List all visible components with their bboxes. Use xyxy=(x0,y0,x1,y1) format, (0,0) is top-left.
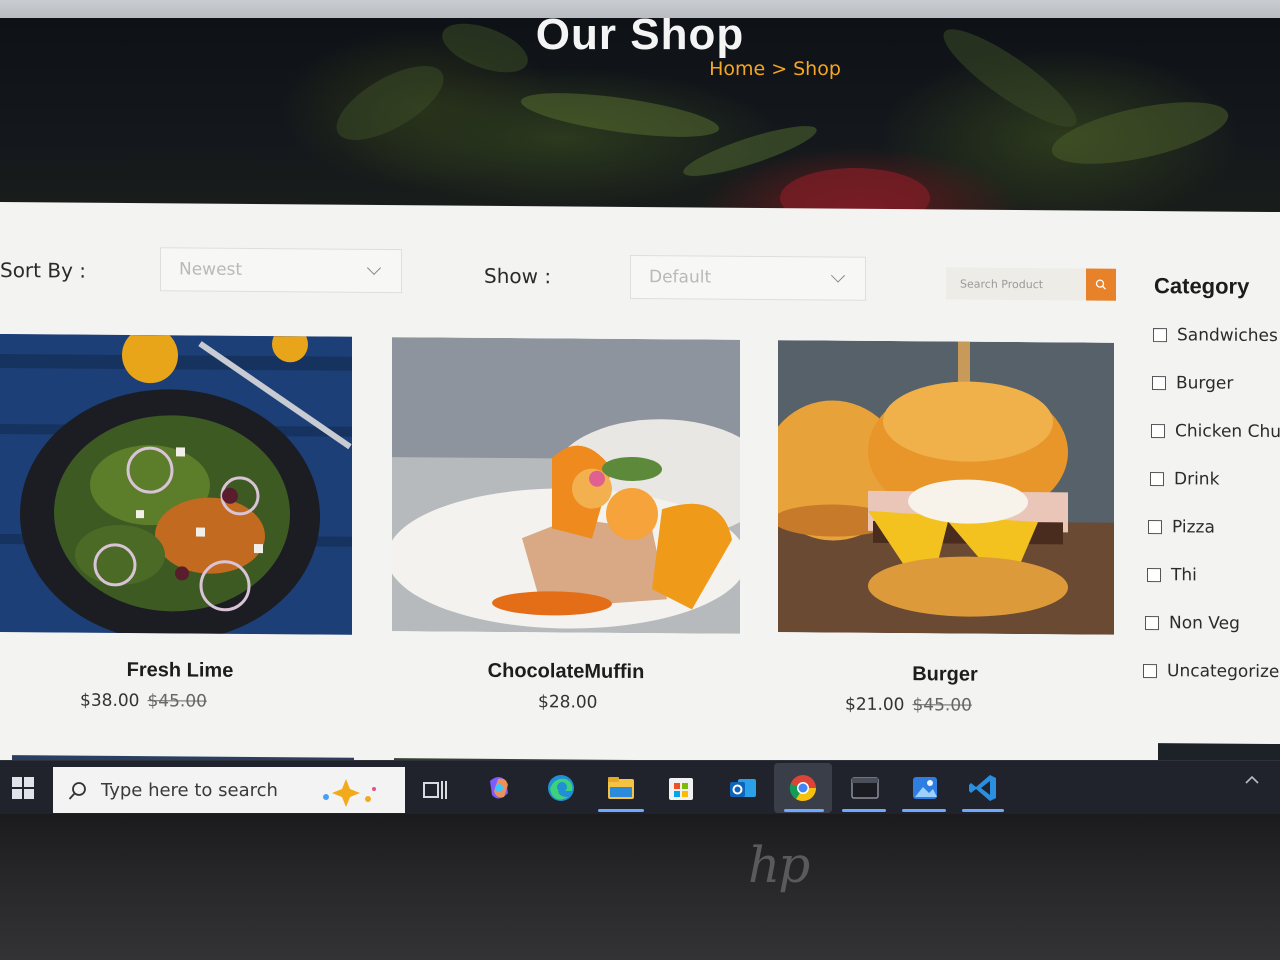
checkbox[interactable] xyxy=(1151,424,1165,439)
burger-photo xyxy=(778,340,1114,635)
terminal-icon[interactable] xyxy=(850,773,880,803)
search-icon xyxy=(1095,279,1106,290)
show-select[interactable]: Default xyxy=(630,254,866,301)
product-image-burger[interactable] xyxy=(778,340,1114,635)
terminal-active-indicator xyxy=(842,809,886,812)
product-price: $21.00 xyxy=(845,694,905,716)
windows-taskbar: Type here to search xyxy=(0,760,1280,815)
chevron-up-icon[interactable] xyxy=(1244,773,1260,785)
category-label: Drink xyxy=(1174,469,1220,490)
category-label: Chicken Chup xyxy=(1175,421,1280,443)
laptop-bezel xyxy=(0,814,1280,960)
category-label: Non Veg xyxy=(1169,613,1240,634)
category-label: Sandwiches xyxy=(1177,325,1278,347)
product-image-fresh-lime[interactable] xyxy=(0,334,352,635)
checkbox[interactable] xyxy=(1143,663,1157,679)
file-explorer-icon[interactable] xyxy=(606,773,636,803)
product-price: $38.00 xyxy=(80,690,140,712)
product-price-row: $38.00 $45.00 xyxy=(80,691,207,712)
show-label: Show : xyxy=(484,263,552,289)
breadcrumb: Home > Shop xyxy=(709,58,841,80)
sort-by-label: Sort By : xyxy=(0,258,87,283)
category-item-thi[interactable]: Thi xyxy=(1147,565,1197,585)
product-old-price: $45.00 xyxy=(912,695,972,716)
photos-active-indicator xyxy=(902,809,946,812)
category-item-uncategorized[interactable]: Uncategorized xyxy=(1143,661,1280,682)
shop-hero-banner: Our Shop Home > Shop xyxy=(0,18,1280,218)
product-name[interactable]: ChocolateMuffin xyxy=(466,660,666,685)
category-label: Thi xyxy=(1171,565,1197,586)
breadcrumb-separator: > xyxy=(771,58,788,80)
category-label: Uncategorized xyxy=(1167,661,1280,683)
product-name[interactable]: Fresh Lime xyxy=(80,659,280,684)
show-value: Default xyxy=(649,267,712,288)
breadcrumb-home-link[interactable]: Home xyxy=(709,58,765,80)
copilot-sparkle-icon xyxy=(323,779,376,807)
product-price: $28.00 xyxy=(538,692,598,713)
checkbox[interactable] xyxy=(1145,615,1159,631)
checkbox[interactable] xyxy=(1153,328,1167,343)
copilot-icon[interactable] xyxy=(484,773,514,803)
product-price-row: $21.00 $45.00 xyxy=(845,695,972,716)
photos-icon[interactable] xyxy=(910,773,940,803)
task-view-icon[interactable] xyxy=(422,777,448,803)
category-item-sandwiches[interactable]: Sandwiches xyxy=(1153,325,1278,346)
file-explorer-active-indicator xyxy=(598,809,644,812)
windows-start-icon[interactable] xyxy=(12,777,34,799)
microsoft-store-icon[interactable] xyxy=(666,773,696,803)
hp-logo: hp xyxy=(748,836,810,894)
search-product-input[interactable]: Search Product xyxy=(946,267,1086,301)
product-price-row: $28.00 xyxy=(538,692,597,712)
taskbar-search-placeholder: Type here to search xyxy=(101,779,278,801)
category-label: Burger xyxy=(1176,373,1234,394)
checkbox[interactable] xyxy=(1147,568,1161,583)
category-item-non-veg[interactable]: Non Veg xyxy=(1145,613,1240,634)
category-item-drink[interactable]: Drink xyxy=(1150,469,1219,490)
chrome-active-indicator xyxy=(784,809,824,812)
vscode-icon[interactable] xyxy=(968,773,998,803)
search-button[interactable] xyxy=(1086,268,1116,301)
chevron-down-icon xyxy=(830,268,846,283)
product-old-price: $45.00 xyxy=(147,691,207,712)
vscode-active-indicator xyxy=(962,809,1004,812)
category-item-pizza[interactable]: Pizza xyxy=(1148,517,1215,538)
breadcrumb-current: Shop xyxy=(793,58,841,80)
category-title: Category xyxy=(1154,273,1250,299)
category-item-chicken-chup[interactable]: Chicken Chup xyxy=(1151,421,1280,442)
search-icon xyxy=(68,782,86,800)
product-image-chocolatemuffin[interactable] xyxy=(392,337,740,634)
category-item-burger[interactable]: Burger xyxy=(1152,373,1233,394)
page-title: Our Shop xyxy=(535,18,745,59)
salad-photo xyxy=(0,334,352,635)
category-label: Pizza xyxy=(1172,517,1215,538)
checkbox[interactable] xyxy=(1150,472,1164,487)
shop-content: Sort By : Newest Show : Default Search P… xyxy=(0,202,1280,776)
checkbox[interactable] xyxy=(1152,376,1166,391)
checkbox[interactable] xyxy=(1148,520,1162,535)
dish-photo xyxy=(392,337,740,634)
product-name[interactable]: Burger xyxy=(845,663,1045,688)
sort-by-select[interactable]: Newest xyxy=(160,247,402,294)
chevron-down-icon xyxy=(366,260,382,276)
outlook-icon[interactable] xyxy=(728,773,758,803)
chrome-browser-icon[interactable] xyxy=(788,773,818,803)
edge-browser-icon[interactable] xyxy=(546,773,576,803)
sort-by-value: Newest xyxy=(179,259,243,280)
